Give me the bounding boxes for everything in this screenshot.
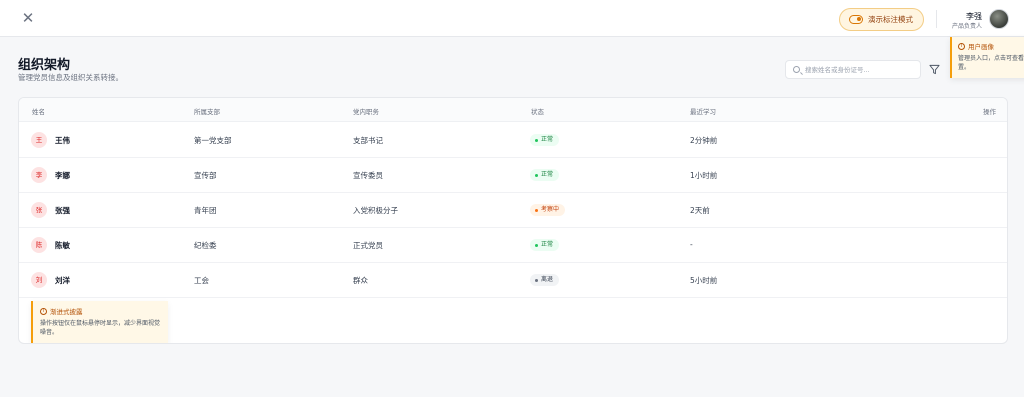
avatar: 李 bbox=[31, 167, 47, 183]
member-name: 王伟 bbox=[55, 136, 70, 145]
search-input[interactable] bbox=[805, 65, 915, 74]
status-text: 正常 bbox=[541, 136, 554, 143]
tip-body: 管理员入口，点击可查看配置。 bbox=[958, 55, 1024, 71]
members-table: 姓名 所属支部 党内职务 状态 最近学习 操作 王 王伟 第一党支部 支部书记 … bbox=[18, 97, 1008, 344]
search-icon bbox=[793, 66, 800, 73]
member-branch: 宣传部 bbox=[194, 171, 217, 180]
member-role: 群众 bbox=[353, 276, 368, 285]
divider bbox=[936, 10, 937, 28]
table-row[interactable]: 李 李娜 宣传部 宣传委员 正常 1小时前 bbox=[19, 158, 1007, 193]
member-recent: 1小时前 bbox=[690, 171, 718, 180]
tip-title-text: 用户画像 bbox=[968, 43, 994, 51]
header-recent: 最近学习 bbox=[690, 108, 716, 116]
status-text: 正常 bbox=[541, 171, 554, 178]
member-recent: 2天前 bbox=[690, 206, 710, 215]
status-badge: 正常 bbox=[530, 134, 560, 146]
status-badge: 考察中 bbox=[530, 204, 566, 216]
avatar: 陈 bbox=[31, 237, 47, 253]
top-bar: ✕ 演示标注模式 李强 产品负责人 bbox=[0, 0, 1024, 37]
table-row[interactable]: 陈 陈敏 纪检委 正式党员 正常 - bbox=[19, 228, 1007, 263]
status-badge: 正常 bbox=[530, 239, 560, 251]
member-role: 宣传委员 bbox=[353, 171, 383, 180]
page-title: 组织架构 bbox=[18, 58, 71, 73]
member-name: 李娜 bbox=[55, 171, 70, 180]
status-text: 离退 bbox=[541, 276, 554, 283]
avatar: 张 bbox=[31, 202, 47, 218]
user-profile-tip: i 用户画像 管理员入口，点击可查看配置。 bbox=[950, 37, 1024, 78]
header-status: 状态 bbox=[531, 108, 544, 116]
filter-icon bbox=[928, 64, 940, 74]
status-text: 正常 bbox=[541, 241, 554, 248]
table-row[interactable]: 刘 刘洋 工会 群众 离退 5小时前 bbox=[19, 263, 1007, 298]
tip-title-text: 渐进式披露 bbox=[50, 308, 83, 316]
member-recent: 2分钟前 bbox=[690, 136, 718, 145]
member-role: 正式党员 bbox=[353, 241, 383, 250]
tip-body: 操作按钮仅在鼠标悬停时显示，减少界面视觉噪音。 bbox=[40, 320, 161, 336]
member-branch: 工会 bbox=[194, 276, 209, 285]
page-subtitle: 管理党员信息及组织关系转接。 bbox=[18, 73, 123, 82]
filter-button[interactable] bbox=[926, 61, 942, 77]
table-row[interactable]: 张 张强 青年团 入党积极分子 考察中 2天前 bbox=[19, 193, 1007, 228]
status-badge: 正常 bbox=[530, 169, 560, 181]
member-branch: 第一党支部 bbox=[194, 136, 232, 145]
status-text: 考察中 bbox=[541, 206, 560, 213]
member-name: 刘洋 bbox=[55, 276, 70, 285]
status-badge: 离退 bbox=[530, 274, 560, 286]
search-box bbox=[785, 60, 921, 79]
demo-mode-toggle-button[interactable]: 演示标注模式 bbox=[839, 8, 924, 31]
member-name: 张强 bbox=[55, 206, 70, 215]
member-name: 陈敏 bbox=[55, 241, 70, 250]
member-branch: 纪检委 bbox=[194, 241, 217, 250]
member-role: 支部书记 bbox=[353, 136, 383, 145]
header-role: 党内职务 bbox=[353, 108, 379, 116]
demo-mode-label: 演示标注模式 bbox=[868, 15, 913, 24]
avatar: 刘 bbox=[31, 272, 47, 288]
progressive-disclosure-tip: i 渐进式披露 操作按钮仅在鼠标悬停时显示，减少界面视觉噪音。 bbox=[31, 301, 168, 343]
info-icon: i bbox=[40, 307, 47, 315]
header-branch: 所属支部 bbox=[194, 108, 220, 116]
avatar: 王 bbox=[31, 132, 47, 148]
table-header: 姓名 所属支部 党内职务 状态 最近学习 操作 bbox=[19, 98, 1007, 122]
member-recent: 5小时前 bbox=[690, 276, 718, 285]
member-recent: - bbox=[690, 240, 693, 249]
info-icon: i bbox=[958, 42, 965, 50]
close-icon[interactable]: ✕ bbox=[20, 10, 36, 26]
member-branch: 青年团 bbox=[194, 206, 217, 215]
header-name: 姓名 bbox=[32, 108, 45, 116]
tip-title: i 渐进式披露 bbox=[40, 306, 161, 316]
toggle-icon bbox=[849, 15, 863, 24]
user-role: 产品负责人 bbox=[951, 23, 982, 30]
table-row[interactable]: 王 王伟 第一党支部 支部书记 正常 2分钟前 bbox=[19, 123, 1007, 158]
user-avatar[interactable] bbox=[989, 9, 1009, 29]
tip-title: i 用户画像 bbox=[958, 41, 1024, 51]
header-action: 操作 bbox=[983, 108, 996, 116]
member-role: 入党积极分子 bbox=[353, 206, 398, 215]
